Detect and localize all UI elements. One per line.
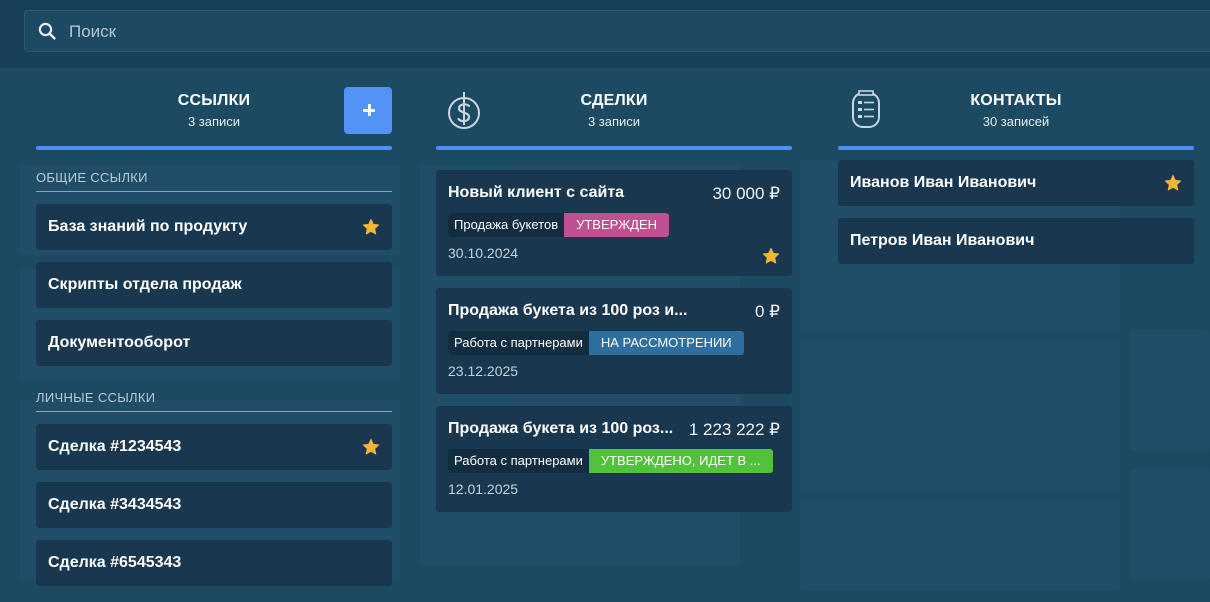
contacts-count: 30 записей <box>982 114 1050 129</box>
deal-card[interactable]: Новый клиент с сайта 30 000 ₽ Продажа буке… <box>436 170 792 276</box>
deal-amount: 0 ₽ <box>755 302 780 321</box>
funnel-tag: Работа с партнерами <box>448 331 589 355</box>
deal-amount: 30 000 ₽ <box>712 184 780 203</box>
search-box[interactable] <box>24 10 1210 53</box>
funnel-tag: Работа с партнерами <box>448 449 589 473</box>
link-label: База знаний по продукту <box>48 218 248 235</box>
star-icon[interactable] <box>362 218 380 236</box>
contacts-header: КОНТАКТЫ 30 записей <box>838 86 1194 150</box>
link-label: Сделка #1234543 <box>48 438 182 455</box>
deal-card[interactable]: Продажа букета из 100 роз и... 0 ₽ Работа … <box>436 288 792 394</box>
general-links-label: ОБЩИЕ ССЫЛКИ <box>36 170 392 192</box>
general-links-list: База знаний по продукту Скрипты отдела пр… <box>36 204 392 366</box>
search-icon <box>38 22 56 40</box>
links-underline <box>36 146 392 150</box>
links-column: ССЫЛКИ 3 записи ОБЩИЕ ССЫЛКИ База знаний… <box>36 86 392 586</box>
contact-list: Иванов Иван Иванович Петров Иван Иванович <box>838 160 1194 264</box>
link-card[interactable]: База знаний по продукту <box>36 204 392 250</box>
deals-underline <box>436 146 792 150</box>
funnel-tag: Продажа букетов <box>448 213 565 237</box>
deal-date: 23.12.2025 <box>448 363 519 379</box>
status-badge: УТВЕРЖДЕН <box>564 213 670 237</box>
link-card[interactable]: Скрипты отдела продаж <box>36 262 392 308</box>
top-bar <box>0 0 1210 68</box>
links-title: ССЫЛКИ <box>177 92 251 109</box>
ghost-card <box>800 500 1120 590</box>
contacts-column: КОНТАКТЫ 30 записей Иванов Иван Иванович… <box>838 86 1194 264</box>
star-icon[interactable] <box>1164 174 1182 192</box>
ghost-card <box>800 340 1120 490</box>
deals-column: СДЕЛКИ 3 записи Новый клиент с сайта 30 0… <box>436 86 792 512</box>
deal-title: Продажа букета из 100 роз и... <box>448 302 688 319</box>
deal-date: 30.10.2024 <box>448 245 519 261</box>
ghost-card <box>1130 470 1210 580</box>
deal-tags: Работа с партнерами УТВЕРЖДЕНО, ИДЕТ В ..… <box>448 449 773 473</box>
ghost-card <box>1130 330 1210 450</box>
status-badge: УТВЕРЖДЕНО, ИДЕТ В ... <box>588 449 773 473</box>
link-label: Документооборот <box>48 334 191 351</box>
contact-card[interactable]: Петров Иван Иванович <box>838 218 1194 264</box>
link-card[interactable]: Сделка #1234543 <box>36 424 392 470</box>
link-card[interactable]: Документооборот <box>36 320 392 366</box>
star-icon[interactable] <box>762 247 780 265</box>
deal-list: Новый клиент с сайта 30 000 ₽ Продажа буке… <box>436 170 792 512</box>
status-badge: НА РАССМОТРЕНИИ <box>588 331 744 355</box>
contacts-underline <box>838 146 1194 150</box>
link-label: Сделка #6545343 <box>48 554 182 571</box>
links-count: 3 записи <box>187 114 241 129</box>
deal-tags: Работа с партнерами НА РАССМОТРЕНИИ <box>448 331 744 355</box>
link-label: Скрипты отдела продаж <box>48 276 242 293</box>
contact-list-icon <box>852 90 880 128</box>
dollar-icon <box>448 92 480 129</box>
contact-card[interactable]: Иванов Иван Иванович <box>838 160 1194 206</box>
contacts-title: КОНТАКТЫ <box>970 92 1062 109</box>
deal-tags: Продажа букетов УТВЕРЖДЕН <box>448 213 670 237</box>
deal-amount: 1 223 222 ₽ <box>688 420 780 439</box>
deals-title: СДЕЛКИ <box>580 92 648 109</box>
star-icon[interactable] <box>362 438 380 456</box>
deal-title: Новый клиент с сайта <box>448 184 625 201</box>
search-input[interactable] <box>67 11 671 53</box>
deals-count: 3 записи <box>587 114 641 129</box>
personal-links-list: Сделка #1234543 Сделка #3434543 Сделка #65… <box>36 424 392 586</box>
link-label: Сделка #3434543 <box>48 496 182 513</box>
link-card[interactable]: Сделка #6545343 <box>36 540 392 586</box>
add-link-button[interactable] <box>344 87 392 134</box>
deals-header: СДЕЛКИ 3 записи <box>436 86 792 150</box>
contact-name: Иванов Иван Иванович <box>850 174 1037 191</box>
deal-card[interactable]: Продажа букета из 100 роз... 1 223 222 ₽ Р… <box>436 406 792 512</box>
contact-name: Петров Иван Иванович <box>850 232 1035 249</box>
personal-links-label: ЛИЧНЫЕ ССЫЛКИ <box>36 390 392 412</box>
deal-date: 12.01.2025 <box>448 481 519 497</box>
link-card[interactable]: Сделка #3434543 <box>36 482 392 528</box>
links-header: ССЫЛКИ 3 записи <box>36 86 392 150</box>
deal-title: Продажа букета из 100 роз... <box>448 420 674 437</box>
